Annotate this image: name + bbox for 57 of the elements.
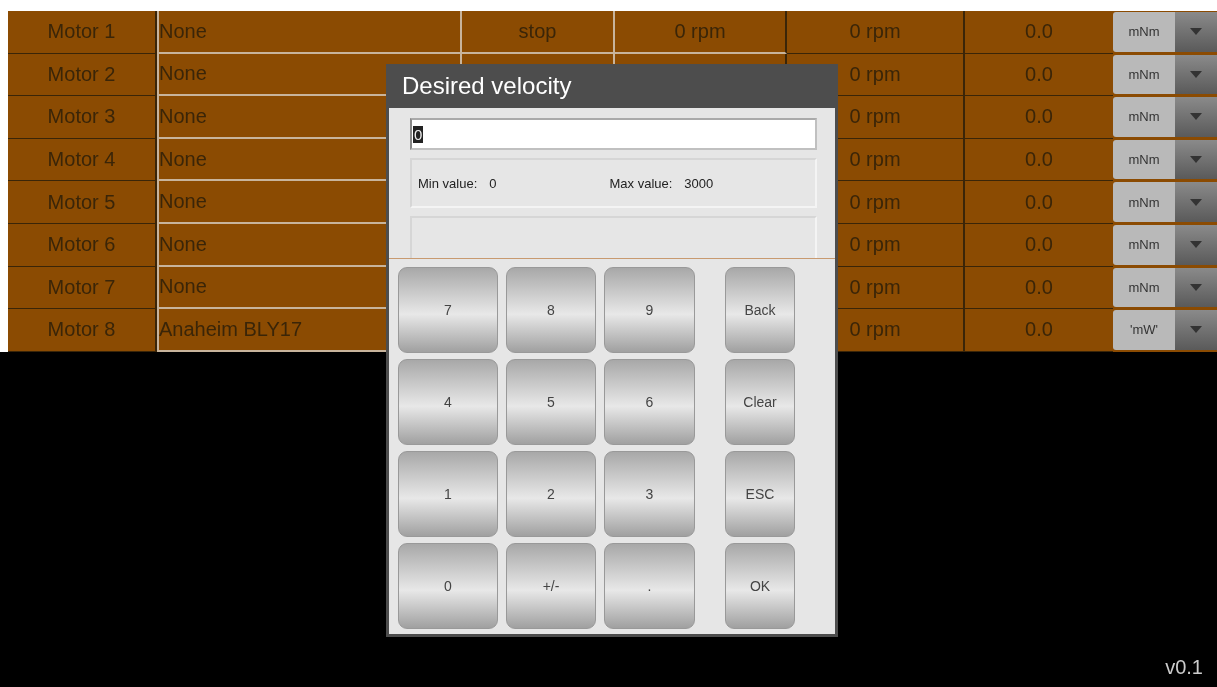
- keypad-key[interactable]: OK: [725, 543, 795, 629]
- max-value: 3000: [684, 175, 714, 191]
- motor-name: Motor 4: [8, 138, 157, 182]
- keypad-key[interactable]: Back: [725, 267, 795, 353]
- keypad-key[interactable]: 8: [506, 267, 596, 353]
- torque-value: 0.0: [965, 138, 1113, 182]
- dropdown-arrow-icon[interactable]: [1190, 241, 1202, 249]
- unit-dropdown[interactable]: mNm: [1113, 54, 1175, 95]
- dropdown-arrow-icon[interactable]: [1190, 283, 1202, 291]
- keypad-key[interactable]: 1: [398, 451, 498, 537]
- torque-value: 0.0: [965, 11, 1113, 54]
- keypad-key[interactable]: 5: [506, 359, 596, 445]
- torque-value: 0.0: [965, 181, 1113, 224]
- keypad-key[interactable]: 0: [398, 543, 498, 629]
- motor-name: Motor 3: [8, 96, 157, 139]
- keypad-key[interactable]: 4: [398, 359, 498, 445]
- keypad-key[interactable]: 9: [604, 267, 695, 353]
- keypad-key[interactable]: Clear: [725, 359, 795, 445]
- torque-value: 0.0: [965, 266, 1113, 310]
- torque-value: 0.0: [965, 223, 1113, 267]
- motor-name: Motor 1: [8, 11, 157, 54]
- value-input-field[interactable]: 0: [410, 118, 817, 150]
- unit-dropdown[interactable]: mNm: [1113, 182, 1175, 222]
- motor-name: Motor 6: [8, 223, 157, 267]
- motor-state: stop: [462, 11, 615, 54]
- dropdown-arrow-icon[interactable]: [1190, 70, 1202, 78]
- dropdown-arrow-icon[interactable]: [1190, 113, 1202, 121]
- torque-value: 0.0: [965, 309, 1113, 352]
- unit-dropdown[interactable]: mNm: [1113, 224, 1175, 265]
- torque-value: 0.0: [965, 53, 1113, 97]
- keypad-key[interactable]: 7: [398, 267, 498, 353]
- command-speed: 0 rpm: [615, 11, 787, 54]
- keypad-key[interactable]: 2: [506, 451, 596, 537]
- dropdown-arrow-icon[interactable]: [1190, 28, 1202, 36]
- unit-dropdown[interactable]: mNm: [1113, 97, 1175, 137]
- unit-dropdown[interactable]: mNm: [1113, 139, 1175, 180]
- motor-name: Motor 2: [8, 53, 157, 97]
- motor-name: Motor 8: [8, 309, 157, 352]
- torque-value: 0.0: [965, 96, 1113, 139]
- dropdown-arrow-icon[interactable]: [1190, 198, 1202, 206]
- max-value-label: Max value:: [609, 175, 673, 191]
- dialog-title: Desired velocity: [386, 64, 838, 108]
- keypad-key[interactable]: 6: [604, 359, 695, 445]
- keypad-key[interactable]: +/-: [506, 543, 596, 629]
- dropdown-arrow-icon[interactable]: [1190, 326, 1202, 334]
- dropdown-arrow-icon[interactable]: [1190, 156, 1202, 164]
- version-label: v0.1: [1165, 656, 1203, 678]
- unit-dropdown[interactable]: 'mW': [1113, 310, 1175, 350]
- keypad-key[interactable]: 3: [604, 451, 695, 537]
- min-value: 0: [489, 175, 497, 191]
- motor-name: Motor 7: [8, 266, 157, 310]
- actual-speed: 0 rpm: [787, 11, 965, 54]
- unit-dropdown[interactable]: mNm: [1113, 12, 1175, 52]
- motor-name: Motor 5: [8, 181, 157, 224]
- keypad-key[interactable]: ESC: [725, 451, 795, 537]
- keypad-key[interactable]: .: [604, 543, 695, 629]
- unit-dropdown[interactable]: mNm: [1113, 267, 1175, 308]
